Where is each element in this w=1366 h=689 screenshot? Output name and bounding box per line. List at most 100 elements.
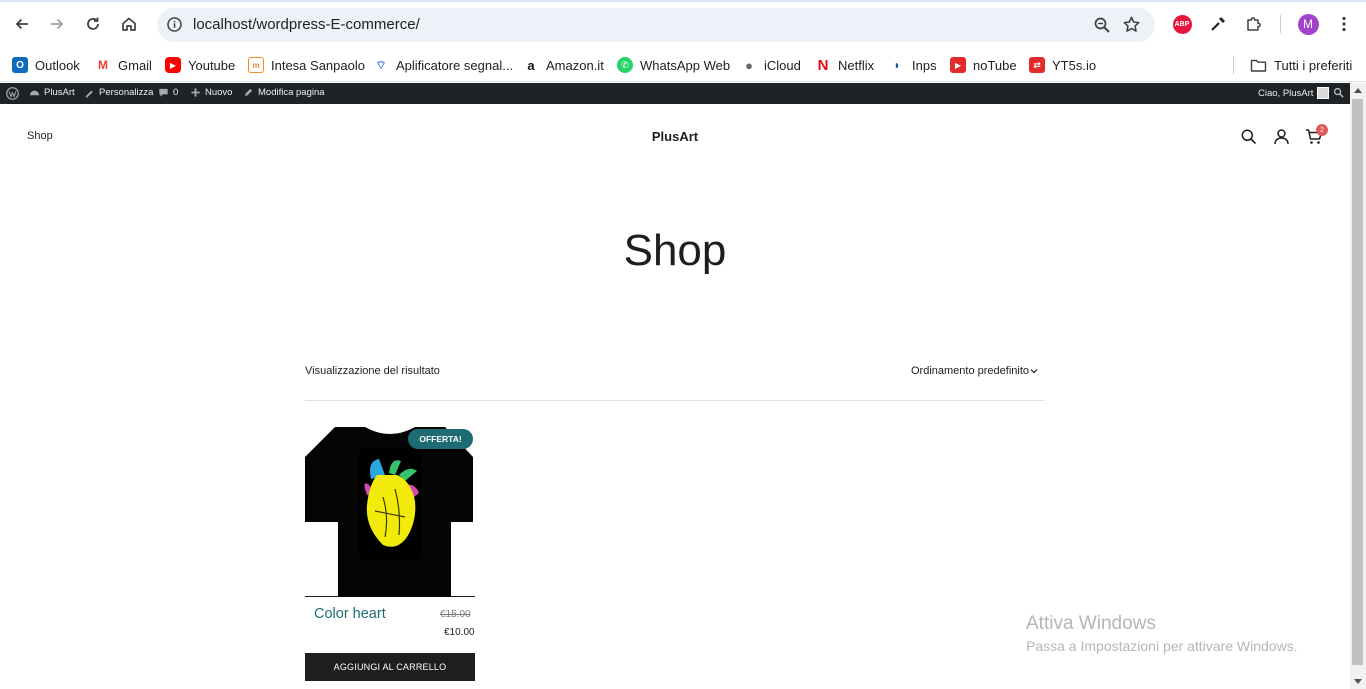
- bookmark-yt5s[interactable]: ⇄ YT5s.io: [1029, 54, 1096, 76]
- kebab-menu-icon: [1342, 16, 1346, 32]
- amazon-icon: a: [527, 57, 535, 73]
- yt5s-icon: ⇄: [1029, 57, 1045, 73]
- bookmark-icloud[interactable]: ● iCloud: [741, 54, 801, 76]
- bookmark-inps[interactable]: ◗ Inps: [889, 54, 937, 76]
- site-header: Shop PlusArt: [0, 104, 1350, 170]
- profile-button[interactable]: M: [1297, 13, 1319, 35]
- product-old-price: €15.00: [440, 609, 471, 620]
- intesa-icon: m: [248, 57, 264, 73]
- bookmark-label: YT5s.io: [1052, 57, 1097, 73]
- adminbar-site-label: PlusArt: [44, 87, 75, 98]
- site-search-icon[interactable]: [1240, 128, 1258, 146]
- add-to-cart-button[interactable]: AGGIUNGI AL CARRELLO: [305, 653, 475, 681]
- bookmark-label: WhatsApp Web: [640, 57, 731, 73]
- extensions-button[interactable]: [1243, 13, 1265, 35]
- bookmark-label: Aplificatore segnal...: [396, 57, 514, 73]
- adminbar-search[interactable]: [1333, 87, 1344, 98]
- ordering-selected-value: Ordinamento predefinito: [911, 365, 1030, 377]
- adminbar-account[interactable]: Ciao, PlusArt: [1258, 87, 1330, 99]
- adminbar-avatar: [1317, 87, 1330, 99]
- bookmark-label: Netflix: [838, 57, 875, 73]
- bookmark-whatsapp[interactable]: ✆ WhatsApp Web: [617, 54, 730, 76]
- forward-button[interactable]: [45, 12, 69, 36]
- bookmark-label: noTube: [973, 57, 1017, 73]
- adminbar-edit-page[interactable]: Modifica pagina: [243, 87, 325, 98]
- site-title[interactable]: PlusArt: [0, 129, 1350, 144]
- page-scrollbar[interactable]: [1350, 83, 1366, 689]
- adblock-extension[interactable]: ABP: [1171, 13, 1193, 35]
- profile-avatar: M: [1297, 13, 1319, 35]
- puzzle-icon: [1247, 17, 1261, 31]
- browser-menu-button[interactable]: [1333, 13, 1355, 35]
- bookmark-notube[interactable]: ▶ noTube: [950, 54, 1017, 76]
- search-icon: [1333, 87, 1344, 98]
- zoom-icon[interactable]: [1093, 16, 1111, 39]
- adminbar-customize[interactable]: Personalizza: [84, 87, 153, 98]
- whatsapp-icon: ✆: [617, 57, 633, 73]
- ordering-select[interactable]: Ordinamento predefinito: [911, 365, 1038, 377]
- browser-toolbar: localhost/wordpress-E-commerce/ ABP M: [0, 0, 1366, 48]
- product-price: €10.00: [444, 627, 475, 638]
- bookmark-star-icon[interactable]: [1122, 15, 1141, 39]
- toolbar-separator: [1280, 15, 1281, 33]
- site-info-icon[interactable]: [166, 16, 183, 38]
- bookmark-amazon[interactable]: a Amazon.it: [523, 54, 604, 76]
- gmail-icon: M: [98, 58, 108, 72]
- bookmarks-bar: O Outlook M Gmail ▶ Youtube m Intesa San…: [0, 48, 1366, 82]
- wifi-icon: ⌔: [375, 57, 387, 72]
- inps-icon: ◗: [893, 58, 901, 72]
- bookmark-amplifier[interactable]: ⌔ Aplificatore segnal...: [373, 54, 513, 76]
- product-name[interactable]: Color heart: [314, 606, 386, 622]
- home-icon: [122, 17, 136, 31]
- url-text[interactable]: localhost/wordpress-E-commerce/: [193, 16, 420, 33]
- bookmark-label: Amazon.it: [546, 57, 604, 73]
- bookmark-youtube[interactable]: ▶ Youtube: [165, 54, 235, 76]
- shop-divider: [305, 400, 1045, 401]
- bookmark-gmail[interactable]: M Gmail: [95, 54, 152, 76]
- wp-admin-bar: PlusArt Personalizza 0 Nuovo Modifica pa…: [0, 83, 1350, 104]
- product-card[interactable]: [305, 427, 475, 597]
- bookmark-label: Tutti i preferiti: [1274, 57, 1353, 73]
- bookmark-outlook[interactable]: O Outlook: [12, 54, 80, 76]
- scrollbar-thumb[interactable]: [1352, 99, 1363, 665]
- bookmarks-separator: [1233, 56, 1234, 74]
- plus-icon: [191, 88, 200, 97]
- account-icon[interactable]: [1273, 128, 1291, 146]
- sale-badge: OFFERTA!: [408, 429, 473, 449]
- folder-icon: [1250, 59, 1267, 72]
- bookmark-label: Outlook: [35, 57, 80, 73]
- adminbar-site-name[interactable]: PlusArt: [29, 87, 75, 98]
- reload-button[interactable]: [81, 12, 105, 36]
- result-count: Visualizzazione del risultato: [305, 365, 440, 377]
- back-arrow-icon: [15, 18, 28, 30]
- youtube-icon: ▶: [165, 57, 181, 73]
- bookmark-label: Gmail: [118, 57, 152, 73]
- adminbar-edit-label: Modifica pagina: [258, 87, 325, 98]
- forward-arrow-icon: [51, 18, 64, 30]
- bookmark-intesa[interactable]: m Intesa Sanpaolo: [248, 54, 365, 76]
- comment-icon: [159, 88, 168, 97]
- eyedropper-icon: [1211, 17, 1225, 31]
- eyedropper-extension[interactable]: [1207, 13, 1229, 35]
- product-image[interactable]: [305, 427, 475, 597]
- address-bar[interactable]: localhost/wordpress-E-commerce/: [157, 8, 1155, 42]
- chevron-down-icon: [1030, 369, 1038, 374]
- adminbar-new[interactable]: Nuovo: [190, 87, 232, 98]
- bookmark-netflix[interactable]: N Netflix: [815, 54, 875, 76]
- back-button[interactable]: [10, 12, 34, 36]
- scroll-up-arrow-icon[interactable]: [1354, 88, 1362, 93]
- scroll-down-arrow-icon[interactable]: [1354, 679, 1362, 684]
- adblock-icon: ABP: [1172, 14, 1192, 34]
- adminbar-comments[interactable]: 0: [158, 87, 178, 98]
- activation-watermark-title: Attiva Windows: [1026, 613, 1156, 634]
- dashboard-icon: [29, 90, 40, 96]
- wordpress-icon: [6, 87, 19, 100]
- bookmark-all-folder[interactable]: Tutti i preferiti: [1250, 54, 1352, 76]
- bookmark-label: iCloud: [764, 57, 801, 73]
- home-button[interactable]: [117, 12, 141, 36]
- wp-logo-menu[interactable]: [6, 87, 19, 100]
- page-title: Shop: [623, 226, 727, 275]
- activation-watermark-subtitle: Passa a Impostazioni per attivare Window…: [1026, 638, 1298, 654]
- bookmark-label: Inps: [912, 57, 937, 73]
- tabstrip-edge: [0, 0, 1366, 2]
